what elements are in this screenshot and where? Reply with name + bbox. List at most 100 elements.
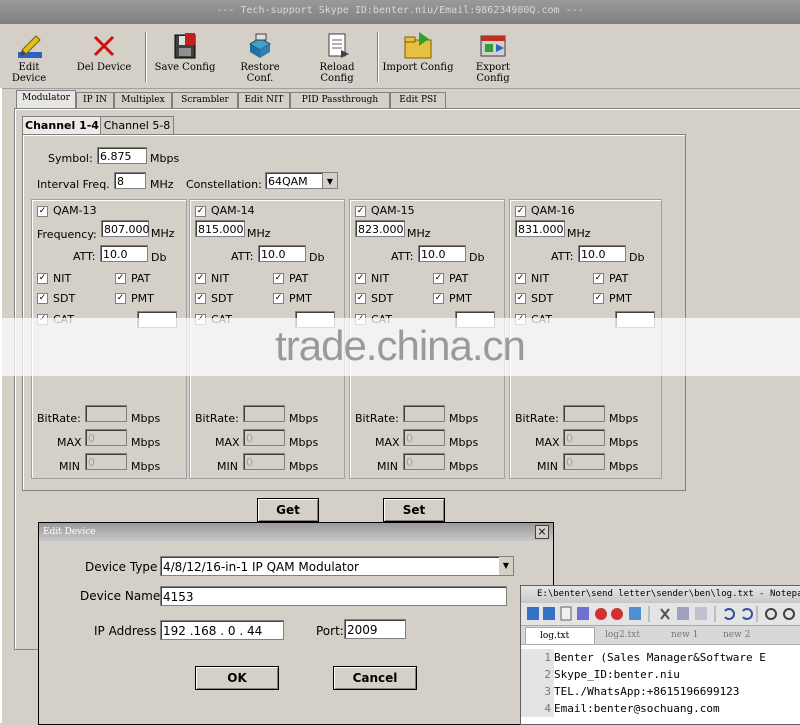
channel-enable-checkbox[interactable]: ✓	[195, 206, 206, 217]
toolbar: Edit Device Del Device Save Config Resto…	[0, 24, 800, 89]
pat-checkbox[interactable]: ✓	[115, 273, 126, 284]
min-label: MIN	[537, 460, 558, 473]
att-unit: Db	[309, 251, 325, 264]
att-input[interactable]: 10.0	[258, 245, 306, 262]
att-input[interactable]: 10.0	[100, 245, 148, 262]
bitrate-label: BitRate:	[195, 412, 239, 425]
port-label: Port:	[316, 624, 344, 638]
chevron-down-icon[interactable]: ▼	[322, 173, 337, 188]
min-label: MIN	[377, 460, 398, 473]
frequency-input[interactable]: 831.000	[515, 220, 565, 237]
max-unit: Mbps	[609, 436, 639, 449]
channel-name: QAM-16	[531, 204, 575, 217]
att-label: ATT:	[551, 250, 574, 263]
tab-ip-in[interactable]: IP IN	[76, 92, 114, 108]
pmt-checkbox[interactable]: ✓	[433, 293, 444, 304]
tab-pid-passthrough[interactable]: PID Passthrough	[290, 92, 390, 108]
line-text: Email:benter@sochuang.com	[554, 702, 720, 715]
frequency-unit: MHz	[151, 227, 175, 240]
interval-freq-label: Interval Freq.	[37, 178, 110, 191]
att-unit: Db	[629, 251, 645, 264]
min-input: 0	[563, 453, 605, 470]
ok-button[interactable]: OK	[195, 666, 279, 690]
channel-enable-checkbox[interactable]: ✓	[515, 206, 526, 217]
tab-channel-1-4[interactable]: Channel 1-4	[22, 116, 102, 135]
pmt-checkbox[interactable]: ✓	[593, 293, 604, 304]
ip-address-input[interactable]: 192 .168 . 0 . 44	[160, 620, 284, 640]
chevron-down-icon[interactable]: ▼	[499, 557, 513, 575]
line-text: Benter (Sales Manager&Software E	[554, 651, 766, 664]
min-unit: Mbps	[131, 460, 161, 473]
pat-label: PAT	[131, 272, 151, 285]
pat-label: PAT	[289, 272, 309, 285]
channel-enable-checkbox[interactable]: ✓	[355, 206, 366, 217]
interval-freq-input[interactable]: 8	[114, 172, 146, 189]
att-input[interactable]: 10.0	[418, 245, 466, 262]
export-config-button[interactable]: Export Config	[458, 30, 528, 86]
channel-enable-checkbox[interactable]: ✓	[37, 206, 48, 217]
pat-checkbox[interactable]: ✓	[433, 273, 444, 284]
att-input[interactable]: 10.0	[578, 245, 626, 262]
symbol-input[interactable]: 6.875	[97, 147, 147, 164]
restore-conf-button[interactable]: Restore Conf.	[226, 30, 294, 86]
close-icon[interactable]: ×	[535, 525, 549, 539]
pmt-checkbox[interactable]: ✓	[115, 293, 126, 304]
pat-checkbox[interactable]: ✓	[273, 273, 284, 284]
frequency-input[interactable]: 823.000	[355, 220, 405, 237]
notepad-tab-new1[interactable]: new 1	[657, 627, 715, 643]
del-device-label: Del Device	[76, 62, 132, 73]
frequency-input[interactable]: 815.000	[195, 220, 245, 237]
ip-address-label: IP Address	[94, 624, 157, 638]
del-device-button[interactable]: Del Device	[76, 30, 132, 86]
max-unit: Mbps	[289, 436, 319, 449]
line-number: 1	[521, 649, 554, 666]
editor-line: 2 Skype_ID:benter.niu	[521, 666, 680, 683]
notepad-editor[interactable]: 1 Benter (Sales Manager&Software E 2 Skype…	[521, 645, 800, 725]
import-config-button[interactable]: Import Config	[382, 30, 454, 86]
tab-scrambler[interactable]: Scrambler	[172, 92, 238, 108]
constellation-select[interactable]: 64QAM ▼	[265, 172, 338, 189]
pmt-label: PMT	[609, 292, 632, 305]
notepad-title: E:\benter\send letter\sender\ben\log.txt…	[521, 586, 800, 603]
nit-checkbox[interactable]: ✓	[37, 273, 48, 284]
get-button[interactable]: Get	[257, 498, 319, 522]
reload-config-button[interactable]: Reload Config	[302, 30, 372, 86]
set-button[interactable]: Set	[383, 498, 445, 522]
nit-checkbox[interactable]: ✓	[355, 273, 366, 284]
save-config-button[interactable]: Save Config	[154, 30, 216, 86]
bitrate-unit: Mbps	[131, 412, 161, 425]
device-type-select[interactable]: 4/8/12/16-in-1 IP QAM Modulator ▼	[160, 556, 514, 576]
edit-device-button[interactable]: Edit Device	[0, 30, 58, 86]
line-number: 4	[521, 700, 554, 717]
restore-conf-label: Restore Conf.	[240, 62, 280, 84]
nit-checkbox[interactable]: ✓	[515, 273, 526, 284]
tab-channel-5-8[interactable]: Channel 5-8	[100, 116, 174, 135]
frequency-unit: MHz	[247, 227, 271, 240]
frequency-input[interactable]: 807.000	[101, 220, 150, 237]
pmt-checkbox[interactable]: ✓	[273, 293, 284, 304]
cancel-button[interactable]: Cancel	[333, 666, 417, 690]
pmt-label: PMT	[449, 292, 472, 305]
window-title-bar: --- Tech-support Skype ID:benter.niu/Ema…	[0, 0, 800, 24]
notepad-tab-new2[interactable]: new 2	[709, 627, 767, 643]
sdt-checkbox[interactable]: ✓	[355, 293, 366, 304]
sdt-checkbox[interactable]: ✓	[515, 293, 526, 304]
tab-edit-nit[interactable]: Edit NIT	[238, 92, 290, 108]
sdt-checkbox[interactable]: ✓	[195, 293, 206, 304]
tab-edit-psi[interactable]: Edit PSI	[390, 92, 446, 108]
export-window-icon	[480, 35, 506, 57]
tab-multiplex[interactable]: Multiplex	[114, 92, 172, 108]
pat-checkbox[interactable]: ✓	[593, 273, 604, 284]
nit-checkbox[interactable]: ✓	[195, 273, 206, 284]
notepad-tab-log2[interactable]: log2.txt	[591, 627, 661, 643]
dialog-title-bar: Edit Device ×	[39, 523, 553, 541]
port-input[interactable]: 2009	[344, 619, 406, 639]
max-input: 0	[85, 429, 127, 446]
device-name-input[interactable]: 4153	[160, 586, 507, 606]
tab-modulator[interactable]: Modulator	[16, 90, 76, 108]
sdt-checkbox[interactable]: ✓	[37, 293, 48, 304]
channel-name: QAM-14	[211, 204, 255, 217]
notepad-toolbar-icons[interactable]	[521, 603, 800, 625]
reload-config-label: Reload Config	[319, 62, 355, 84]
notepad-tab-log[interactable]: log.txt	[525, 627, 595, 644]
